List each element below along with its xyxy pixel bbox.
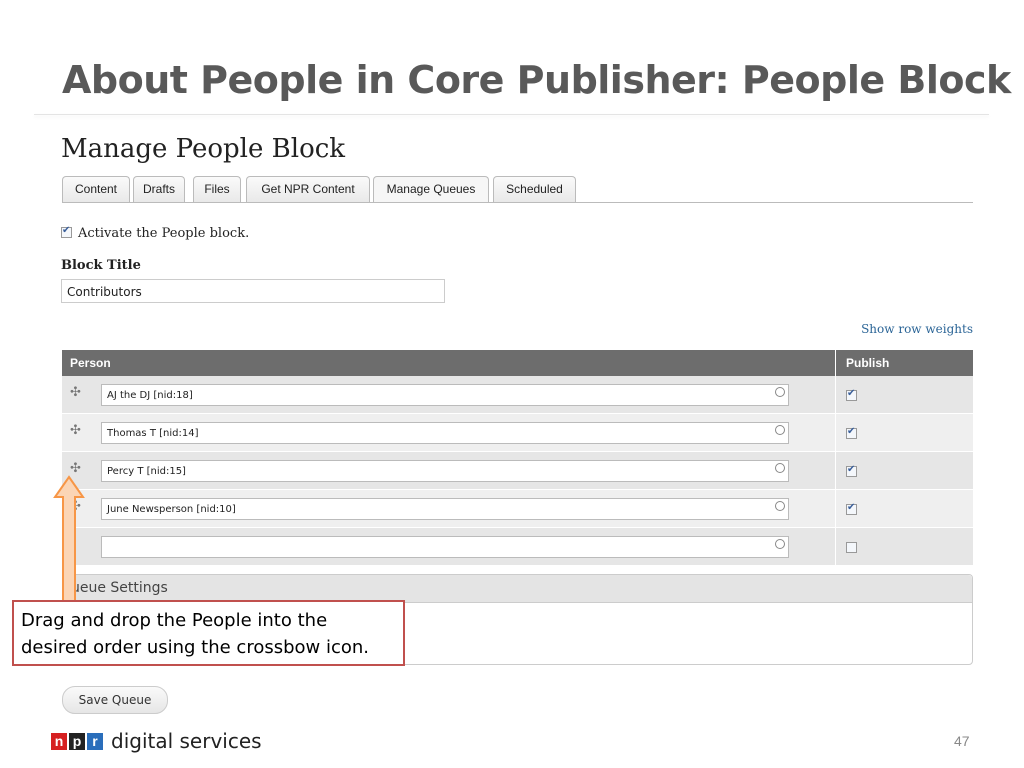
table-row: ✣ Percy T [nid:15]	[62, 452, 973, 490]
page-number: 47	[954, 733, 970, 749]
person-input[interactable]: Thomas T [nid:14]	[101, 422, 789, 444]
slide-title: About People in Core Publisher: People B…	[62, 58, 1011, 102]
npr-logo: n p r	[51, 733, 103, 750]
table-row: ✣ June Newsperson [nid:10]	[62, 490, 973, 528]
publish-column-header: Publish	[846, 356, 890, 370]
activate-label: Activate the People block.	[78, 226, 250, 241]
autocomplete-icon	[775, 501, 785, 511]
callout-box: Drag and drop the People into the desire…	[12, 600, 405, 666]
tab-bar: Content Drafts Files Get NPR Content Man…	[62, 176, 973, 203]
table-header: Person Publish	[62, 350, 973, 376]
save-queue-button[interactable]: Save Queue	[62, 686, 168, 714]
person-column-header: Person	[70, 356, 111, 370]
tab-content[interactable]: Content	[62, 176, 130, 202]
tab-files[interactable]: Files	[193, 176, 241, 202]
tab-scheduled[interactable]: Scheduled	[493, 176, 576, 202]
show-row-weights-link[interactable]: Show row weights	[861, 322, 973, 336]
person-input[interactable]: June Newsperson [nid:10]	[101, 498, 789, 520]
table-row: ✣ Thomas T [nid:14]	[62, 414, 973, 452]
person-input[interactable]: AJ the DJ [nid:18]	[101, 384, 789, 406]
title-divider	[34, 114, 989, 115]
drag-handle-icon[interactable]: ✣	[70, 460, 81, 476]
autocomplete-icon	[775, 539, 785, 549]
activate-checkbox[interactable]	[61, 225, 72, 238]
table-row	[62, 528, 973, 566]
autocomplete-icon	[775, 387, 785, 397]
table-row: ✣ AJ the DJ [nid:18]	[62, 376, 973, 414]
brand-text: digital services	[111, 729, 262, 753]
people-table: Person Publish ✣ AJ the DJ [nid:18] ✣ Th…	[62, 350, 973, 566]
publish-checkbox[interactable]	[846, 502, 857, 515]
publish-checkbox[interactable]	[846, 388, 857, 401]
autocomplete-icon	[775, 425, 785, 435]
drag-handle-icon[interactable]: ✣	[70, 422, 81, 438]
publish-checkbox[interactable]	[846, 464, 857, 477]
npr-p-letter: p	[69, 733, 85, 750]
block-title-label: Block Title	[61, 258, 141, 273]
queue-settings-header[interactable]: ueue Settings	[63, 575, 972, 603]
up-arrow-icon	[53, 475, 85, 604]
autocomplete-icon	[775, 463, 785, 473]
npr-n-letter: n	[51, 733, 67, 750]
drag-handle-icon[interactable]: ✣	[70, 384, 81, 400]
publish-checkbox[interactable]	[846, 542, 857, 553]
publish-checkbox[interactable]	[846, 426, 857, 439]
tab-get-npr-content[interactable]: Get NPR Content	[246, 176, 370, 202]
tab-manage-queues[interactable]: Manage Queues	[373, 176, 489, 202]
person-input[interactable]: Percy T [nid:15]	[101, 460, 789, 482]
tab-drafts[interactable]: Drafts	[133, 176, 185, 202]
npr-r-letter: r	[87, 733, 103, 750]
person-input[interactable]	[101, 536, 789, 558]
block-title-input[interactable]: Contributors	[61, 279, 445, 303]
activate-block: Activate the People block.	[61, 225, 250, 241]
page-title: Manage People Block	[61, 134, 346, 164]
